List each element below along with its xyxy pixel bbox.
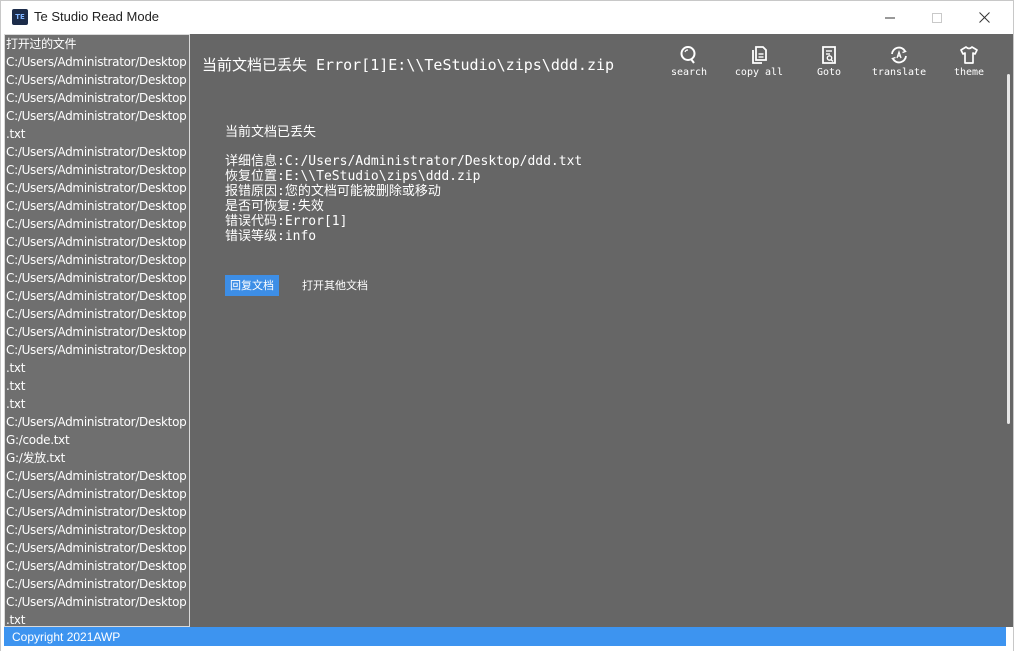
recent-file-item[interactable]: C:/Users/Administrator/Desktop: [5, 143, 189, 161]
app-window: TE Te Studio Read Mode 打开过的文件 C:/Users/A…: [0, 0, 1014, 651]
search-button[interactable]: search: [657, 45, 721, 78]
shirt-icon: [960, 46, 978, 64]
close-button[interactable]: [961, 1, 1007, 34]
recent-file-item[interactable]: .txt: [5, 359, 189, 377]
goto-label: Goto: [816, 67, 842, 78]
recent-file-item[interactable]: C:/Users/Administrator/Desktop: [5, 89, 189, 107]
window-title: Te Studio Read Mode: [34, 9, 160, 24]
recent-file-item[interactable]: C:/Users/Administrator/Desktop: [5, 413, 189, 431]
recent-file-item[interactable]: C:/Users/Administrator/Desktop: [5, 485, 189, 503]
search-icon: [680, 46, 696, 64]
copy-all-button[interactable]: copy all: [727, 45, 791, 78]
recent-files-list: C:/Users/Administrator/Desktop C:/Users/A…: [5, 53, 189, 626]
recent-file-item[interactable]: C:/Users/Administrator/Desktop: [5, 305, 189, 323]
title-bar[interactable]: TE Te Studio Read Mode: [1, 1, 1013, 34]
recover-document-button[interactable]: 回复文档: [225, 275, 279, 296]
scrollbar-thumb[interactable]: [1007, 74, 1010, 424]
error-detail: 详细信息:C:/Users/Administrator/Desktop/ddd.…: [225, 154, 583, 169]
error-recoverable: 是否可恢复:失效: [225, 199, 324, 214]
recent-file-item[interactable]: .txt: [5, 125, 189, 143]
recent-file-item[interactable]: C:/Users/Administrator/Desktop: [5, 269, 189, 287]
recent-file-item[interactable]: C:/Users/Administrator/Desktop: [5, 215, 189, 233]
recent-file-item[interactable]: C:/Users/Administrator/Desktop: [5, 539, 189, 557]
document-title: 当前文档已丢失 Error[1]E:\\TeStudio\zips\ddd.zi…: [202, 56, 615, 74]
recent-file-item[interactable]: .txt: [5, 395, 189, 413]
minimize-button[interactable]: [867, 1, 913, 34]
recent-file-item[interactable]: .txt: [5, 377, 189, 395]
error-code: 错误代码:Error[1]: [225, 214, 348, 229]
recent-file-item[interactable]: C:/Users/Administrator/Desktop: [5, 467, 189, 485]
error-recover-location: 恢复位置:E:\\TeStudio\zips\ddd.zip: [225, 169, 481, 184]
close-icon: [978, 12, 990, 23]
translate-icon: [891, 46, 907, 64]
app-logo-icon: TE: [12, 9, 28, 25]
recent-file-item[interactable]: C:/Users/Administrator/Desktop: [5, 251, 189, 269]
recent-file-item[interactable]: C:/Users/Administrator/Desktop: [5, 71, 189, 89]
maximize-icon: [932, 12, 942, 23]
error-heading: 当前文档已丢失: [225, 125, 317, 140]
recent-file-item[interactable]: C:/Users/Administrator/Desktop: [5, 107, 189, 125]
theme-label: theme: [953, 67, 985, 78]
recent-file-item[interactable]: C:/Users/Administrator/Desktop: [5, 593, 189, 611]
recent-file-item[interactable]: C:/Users/Administrator/Desktop: [5, 323, 189, 341]
recent-file-item[interactable]: G:/code.txt: [5, 431, 189, 449]
error-level: 错误等级:info: [225, 229, 317, 244]
error-reason: 报错原因:您的文档可能被删除或移动: [225, 184, 441, 199]
recent-file-item[interactable]: C:/Users/Administrator/Desktop: [5, 197, 189, 215]
open-other-document-button[interactable]: 打开其他文档: [302, 275, 368, 296]
recent-file-item[interactable]: C:/Users/Administrator/Desktop: [5, 557, 189, 575]
goto-document-icon: [822, 46, 836, 64]
recent-file-item[interactable]: .txt: [5, 611, 189, 626]
error-message: 当前文档已丢失 详细信息:C:/Users/Administrator/Desk…: [225, 124, 582, 244]
translate-button[interactable]: translate: [867, 45, 931, 78]
recent-file-item[interactable]: C:/Users/Administrator/Desktop: [5, 161, 189, 179]
search-label: search: [670, 67, 708, 78]
recent-file-item[interactable]: C:/Users/Administrator/Desktop: [5, 503, 189, 521]
copy-all-label: copy all: [734, 67, 784, 78]
recent-files-header: 打开过的文件: [6, 37, 77, 51]
document-view: 当前文档已丢失 Error[1]E:\\TeStudio\zips\ddd.zi…: [190, 34, 1006, 627]
vertical-scrollbar[interactable]: [1006, 34, 1013, 627]
recent-file-item[interactable]: C:/Users/Administrator/Desktop: [5, 287, 189, 305]
maximize-button[interactable]: [914, 1, 960, 34]
minimize-icon: [885, 17, 895, 18]
recent-file-item[interactable]: C:/Users/Administrator/Desktop: [5, 233, 189, 251]
window-bottom-edge: [1, 646, 1013, 651]
translate-label: translate: [871, 67, 927, 78]
recent-file-item[interactable]: C:/Users/Administrator/Desktop: [5, 575, 189, 593]
recent-file-item[interactable]: C:/Users/Administrator/Desktop: [5, 179, 189, 197]
recent-file-item[interactable]: G:/发放.txt: [5, 449, 189, 467]
theme-button[interactable]: theme: [937, 45, 1001, 78]
status-bar: Copyright 2021AWP: [4, 627, 1006, 646]
recent-file-item[interactable]: C:/Users/Administrator/Desktop: [5, 53, 189, 71]
copy-icon: [752, 46, 767, 64]
goto-button[interactable]: Goto: [797, 45, 861, 78]
recent-file-item[interactable]: C:/Users/Administrator/Desktop: [5, 521, 189, 539]
recent-files-sidebar[interactable]: 打开过的文件 C:/Users/Administrator/Desktop C:/…: [4, 34, 190, 627]
recent-file-item[interactable]: C:/Users/Administrator/Desktop: [5, 341, 189, 359]
